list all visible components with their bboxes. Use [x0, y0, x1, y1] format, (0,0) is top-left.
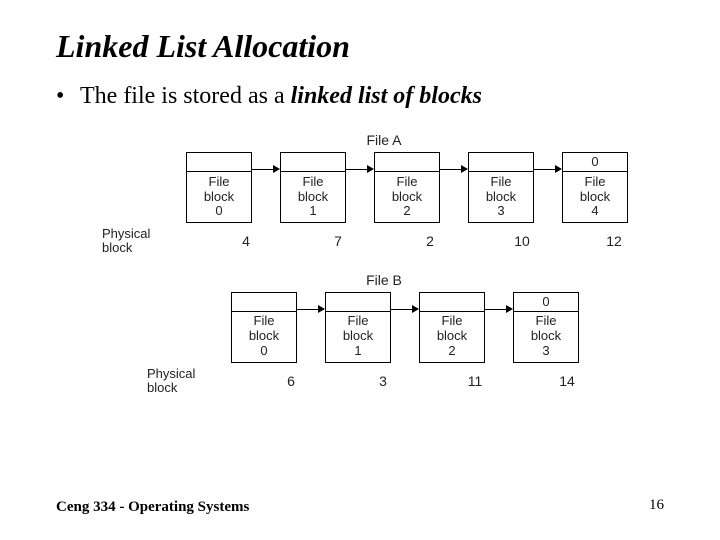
arrow-icon [391, 300, 419, 318]
physical-block-num: 7 [306, 233, 370, 249]
footer-course: Ceng 334 - Operating Systems [56, 499, 249, 516]
physical-block-num: 6 [259, 373, 323, 389]
file-block: Fileblock1 [325, 292, 391, 363]
file-block: Fileblock3 [468, 152, 534, 223]
arrow-icon [534, 160, 562, 178]
file-block: Fileblock0 [186, 152, 252, 223]
file-a-physical-row: Physical block 4 7 2 10 12 [96, 227, 672, 256]
bullet-item: • The file is stored as a linked list of… [56, 83, 672, 110]
physical-block-num: 2 [398, 233, 462, 249]
physical-block-num: 11 [443, 373, 507, 389]
file-block: 0 Fileblock4 [562, 152, 628, 223]
physical-block-num: 10 [490, 233, 554, 249]
arrow-icon [297, 300, 325, 318]
physical-block-num: 4 [214, 233, 278, 249]
linked-list-diagram: File A Fileblock0 Fileblock1 Fileblock2 [96, 132, 672, 395]
arrow-icon [485, 300, 513, 318]
physical-block-num: 3 [351, 373, 415, 389]
physical-block-num: 14 [535, 373, 599, 389]
arrow-icon [252, 160, 280, 178]
file-b-section: File B Fileblock0 Fileblock1 Fileblock2 [96, 272, 672, 396]
file-a-label: File A [96, 132, 672, 148]
file-block: Fileblock1 [280, 152, 346, 223]
physical-block-num: 12 [582, 233, 646, 249]
file-b-label: File B [96, 272, 672, 288]
physical-block-label: Physical block [96, 227, 186, 256]
file-block: 0 Fileblock3 [513, 292, 579, 363]
file-block: Fileblock0 [231, 292, 297, 363]
bullet-dot: • [56, 83, 80, 110]
file-b-physical-row: Physical block 6 3 11 14 [141, 367, 672, 396]
file-a-section: File A Fileblock0 Fileblock1 Fileblock2 [96, 132, 672, 256]
file-b-blocks: Fileblock0 Fileblock1 Fileblock2 0 Fileb… [231, 292, 672, 363]
page-title: Linked List Allocation [56, 28, 672, 65]
file-a-blocks: Fileblock0 Fileblock1 Fileblock2 Fileblo… [186, 152, 672, 223]
page-number: 16 [649, 497, 664, 514]
arrow-icon [440, 160, 468, 178]
bullet-text: The file is stored as a linked list of b… [80, 83, 482, 110]
file-block: Fileblock2 [419, 292, 485, 363]
arrow-icon [346, 160, 374, 178]
physical-block-label: Physical block [141, 367, 231, 396]
file-block: Fileblock2 [374, 152, 440, 223]
